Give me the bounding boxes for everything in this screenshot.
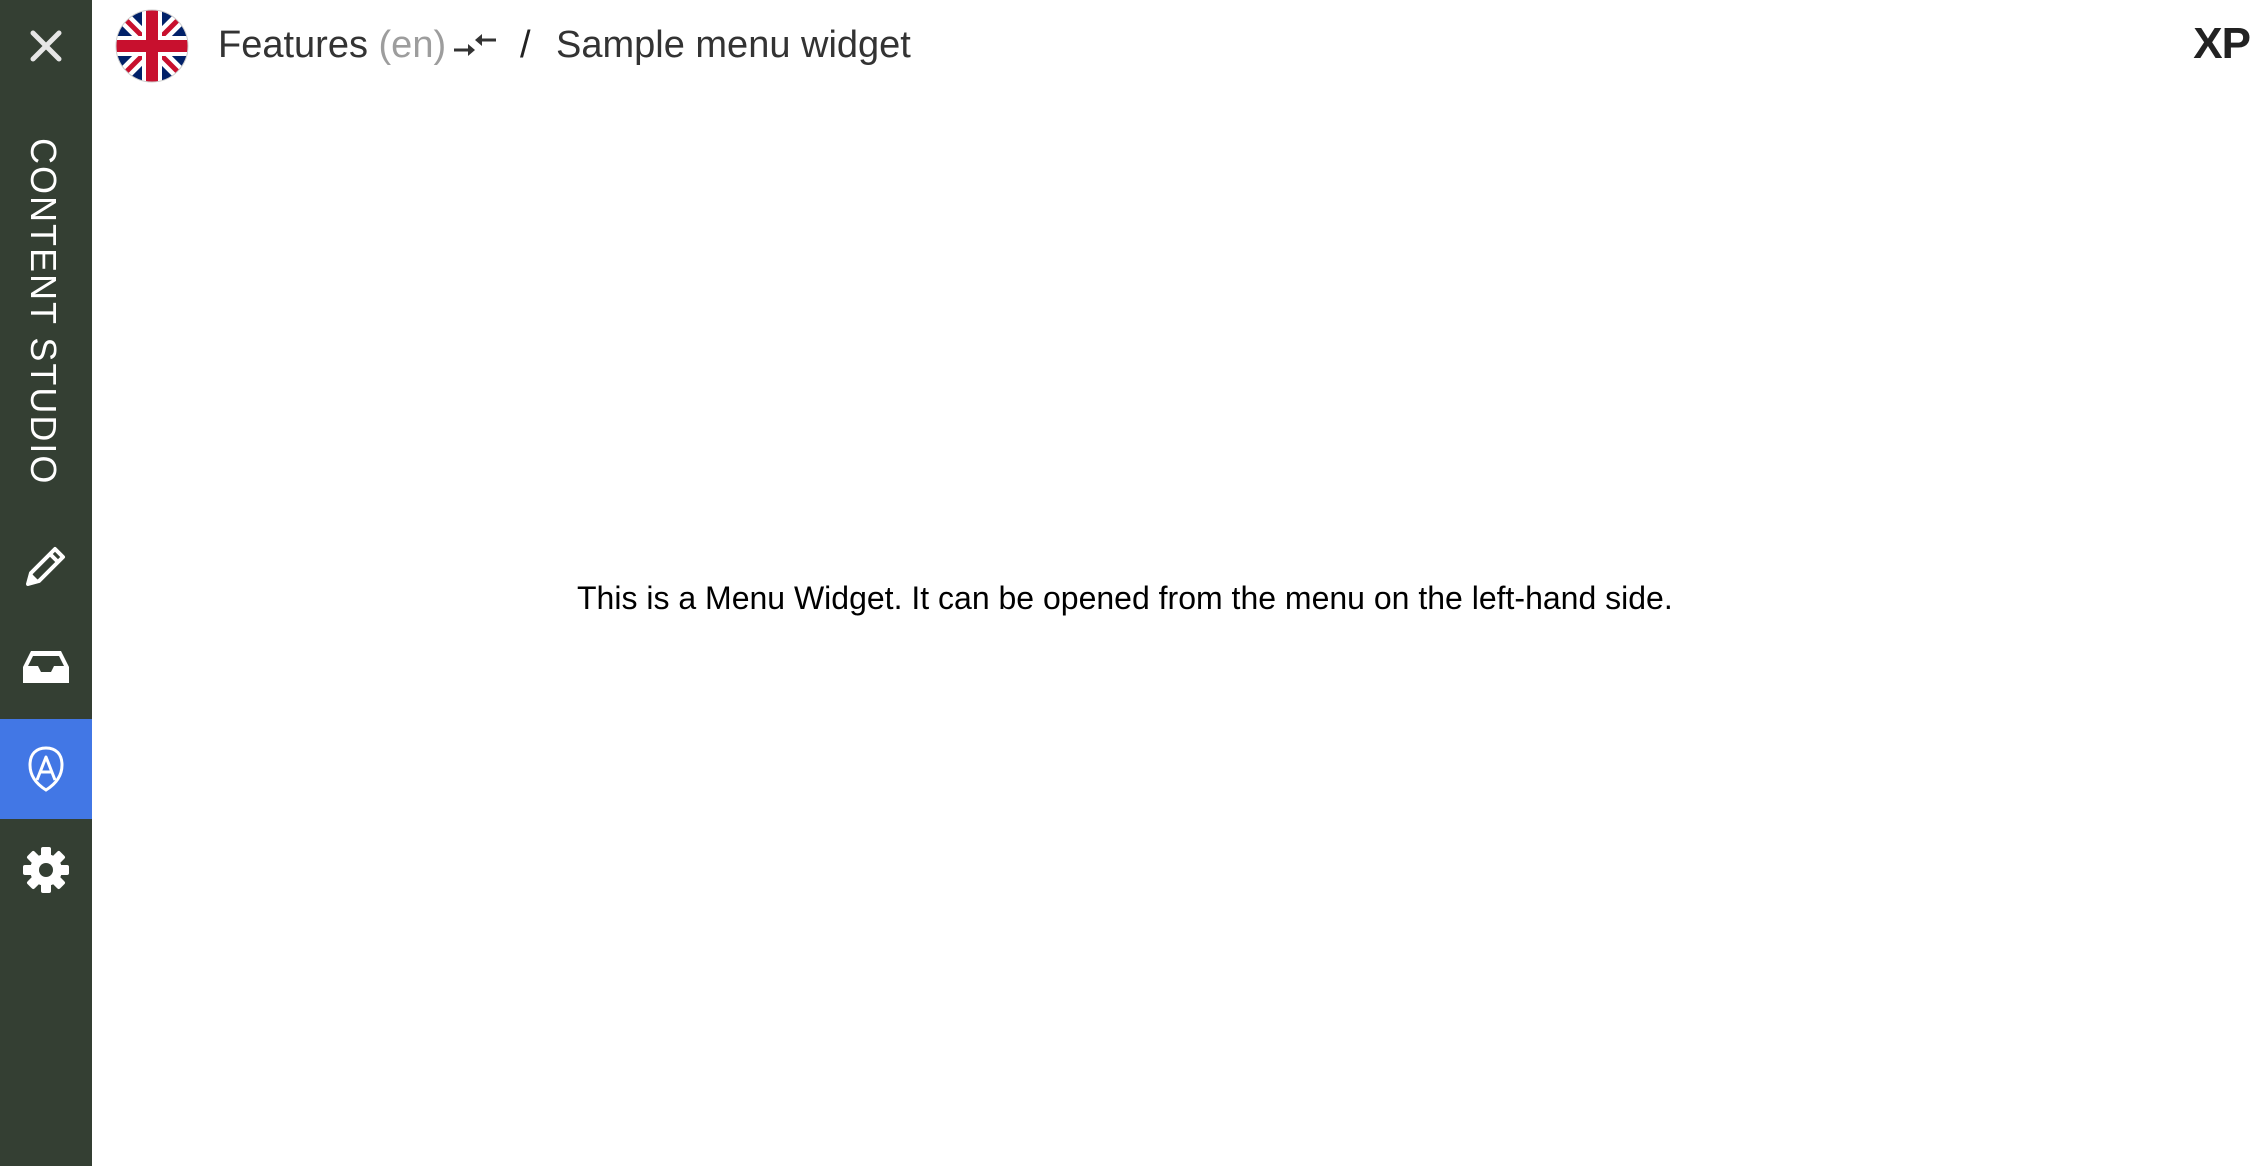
- widget-message: This is a Menu Widget. It can be opened …: [577, 580, 1673, 616]
- switch-project-icon[interactable]: [452, 26, 498, 64]
- project-name-label: Features: [218, 24, 368, 66]
- uk-flag-icon[interactable]: [115, 9, 189, 83]
- app-window: CONTENT STUDIO Features (en) / Sample me…: [0, 0, 2264, 1166]
- xp-logo[interactable]: XP: [2193, 18, 2251, 70]
- breadcrumb-separator: /: [520, 24, 531, 66]
- sidebar-item-inbox[interactable]: [0, 617, 92, 717]
- close-icon: [30, 30, 62, 62]
- app-name-container: CONTENT STUDIO: [0, 130, 92, 485]
- sidebar-item-widget[interactable]: [0, 719, 92, 819]
- sidebar-item-settings[interactable]: [0, 820, 92, 920]
- widget-shield-icon: [28, 746, 64, 792]
- top-header: Features (en) / Sample menu widget XP: [92, 0, 2264, 90]
- project-language: (en): [378, 24, 447, 66]
- inbox-icon: [23, 651, 69, 683]
- app-name-label: CONTENT STUDIO: [23, 138, 64, 486]
- gear-icon: [23, 847, 69, 893]
- left-sidebar: CONTENT STUDIO: [0, 0, 92, 1166]
- page-title: Sample menu widget: [556, 24, 911, 66]
- project-name[interactable]: Features (en): [218, 22, 446, 68]
- sidebar-item-edit[interactable]: [0, 516, 92, 616]
- close-button[interactable]: [18, 20, 74, 72]
- pencil-icon: [26, 547, 65, 586]
